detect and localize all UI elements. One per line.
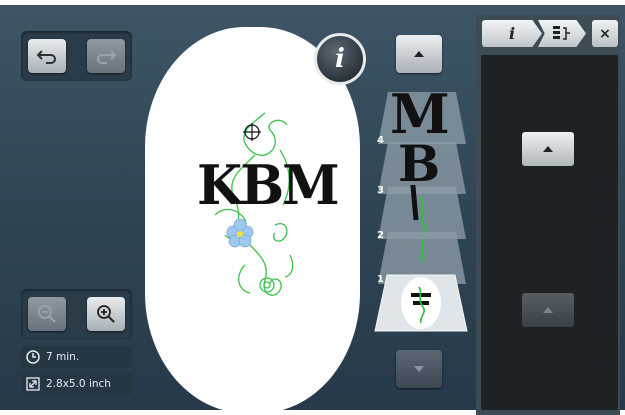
- monogram-text[interactable]: KBM: [197, 153, 340, 217]
- color-sequence-icon: [553, 25, 570, 40]
- layer-2[interactable]: 2: [374, 185, 470, 242]
- tab-info[interactable]: i: [482, 20, 542, 47]
- zoom-out-button[interactable]: [28, 297, 66, 331]
- layer-3[interactable]: 3 B: [374, 134, 470, 196]
- redo-button[interactable]: [87, 39, 125, 73]
- right-panel-content: [481, 55, 618, 410]
- layer-all-selected[interactable]: [373, 273, 469, 333]
- right-panel-up-button[interactable]: [522, 132, 574, 166]
- zoom-panel: [21, 289, 132, 339]
- triangle-down-icon: [414, 366, 424, 372]
- right-panel-up-button-disabled[interactable]: [522, 293, 574, 327]
- design-size-value: 2.8x5.0 inch: [46, 378, 111, 390]
- layer-4[interactable]: 4 M: [374, 82, 470, 146]
- design-size-row: 2.8x5.0 inch: [21, 373, 132, 395]
- zoom-in-icon: [97, 305, 115, 323]
- layer-scroll-up-button[interactable]: [396, 35, 442, 73]
- layer-1[interactable]: 1: [374, 230, 470, 285]
- triangle-up-icon: [543, 307, 553, 313]
- triangle-up-icon: [414, 51, 424, 57]
- info-button[interactable]: i: [314, 33, 366, 85]
- undo-icon: [36, 50, 56, 64]
- embroidery-screen: 7 min. 2.8x5.0 inch KBM i 4 M 3 B 2 1 i …: [0, 5, 625, 415]
- undo-redo-panel: [21, 31, 132, 81]
- layer-scroll-down-button[interactable]: [396, 350, 442, 388]
- undo-button[interactable]: [28, 39, 66, 73]
- redo-icon: [97, 50, 117, 64]
- stitch-time-value: 7 min.: [46, 351, 80, 363]
- zoom-out-icon: [38, 305, 56, 323]
- close-button[interactable]: ×: [592, 20, 618, 47]
- tab-info-label: i: [508, 24, 516, 43]
- triangle-up-icon: [543, 146, 553, 152]
- zoom-in-button[interactable]: [87, 297, 125, 331]
- clock-icon: [26, 350, 40, 364]
- resize-icon: [26, 377, 40, 391]
- tab-sequence[interactable]: [538, 20, 586, 47]
- stitch-time-row: 7 min.: [21, 346, 132, 368]
